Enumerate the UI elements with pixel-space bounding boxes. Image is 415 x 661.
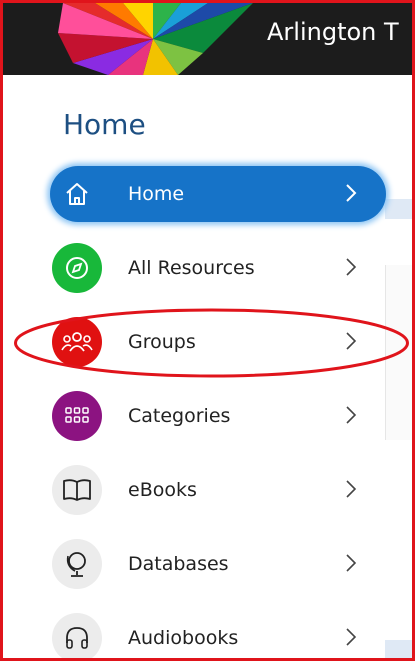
menu-item-label: All Resources — [128, 257, 255, 279]
chevron-right-icon — [346, 184, 357, 202]
menu-item-all-resources[interactable]: All Resources — [50, 240, 386, 300]
compass-icon — [52, 243, 102, 293]
book-icon — [52, 465, 102, 515]
menu-item-label: Categories — [128, 405, 231, 427]
globe-icon — [52, 539, 102, 589]
menu-item-label: Databases — [128, 553, 229, 575]
chevron-right-icon — [346, 406, 357, 424]
content-edge — [385, 199, 412, 219]
chevron-right-icon — [346, 554, 357, 572]
menu-item-home[interactable]: Home — [50, 166, 386, 222]
content-edge-bottom — [385, 640, 412, 658]
home-icon — [52, 169, 102, 219]
header-bar: Arlington T — [3, 3, 412, 75]
menu-item-label: eBooks — [128, 479, 197, 501]
chevron-right-icon — [346, 258, 357, 276]
menu-item-audiobooks[interactable]: Audiobooks — [50, 610, 386, 658]
menu-item-label: Home — [128, 183, 185, 205]
library-logo — [58, 3, 253, 75]
menu-item-ebooks[interactable]: eBooks — [50, 462, 386, 522]
menu-item-databases[interactable]: Databases — [50, 536, 386, 596]
headphones-icon — [52, 613, 102, 658]
site-title[interactable]: Arlington T — [267, 18, 399, 46]
menu-item-categories[interactable]: Categories — [50, 388, 386, 448]
grid-icon — [52, 391, 102, 441]
chevron-right-icon — [346, 480, 357, 498]
page-title: Home — [63, 108, 146, 141]
menu-item-label: Audiobooks — [128, 627, 239, 649]
highlight-ellipse — [14, 308, 409, 378]
chevron-right-icon — [346, 628, 357, 646]
